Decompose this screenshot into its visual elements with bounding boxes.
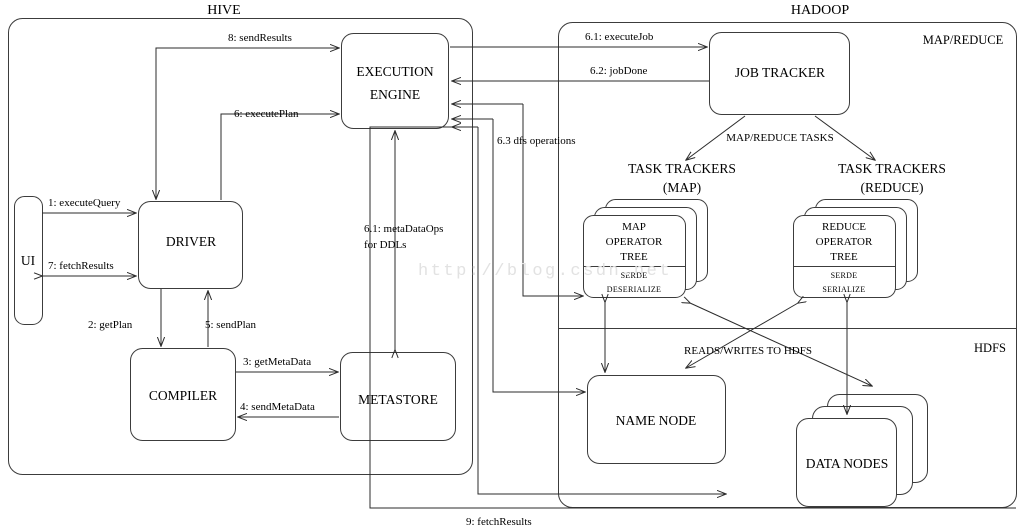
ui-label: UI [21,253,36,268]
map-serde-label-2: DESERIALIZE [607,285,661,294]
task-trackers-reduce-label-2: (REDUCE) [861,180,924,195]
edge-execute-query-label: 1: executeQuery [48,197,121,209]
edge-get-plan-label: 2: getPlan [88,319,133,331]
mapreduce-zone-label: MAP/REDUCE [923,33,1004,47]
edge-send-plan-label: 5: sendPlan [205,319,257,331]
hdfs-zone-label: HDFS [974,341,1006,355]
compiler-label: COMPILER [149,388,217,403]
edge-fetch-results-9-label: 9: fetchResults [466,516,532,528]
edge-execute-plan [220,114,339,200]
diagram-canvas: HIVE HADOOP MAP/REDUCE HDFS UI DRIVER EX… [8,3,1017,528]
edge-execute-plan-label: 6: executePlan [234,108,299,120]
execution-engine-label-2: ENGINE [370,87,420,102]
edge-mapreduce-tasks-label: MAP/REDUCE TASKS [726,132,833,144]
edge-get-metadata-label: 3: getMetaData [243,356,311,368]
reduce-operator-tree-label-2: OPERATOR [816,236,873,248]
map-operator-tree-label-1: MAP [622,221,646,233]
edge-dfs-operations-label: 6.3 dfs operations [497,135,576,147]
reduce-operator-tree-label-1: REDUCE [822,221,866,233]
edge-fetch-results-label: 7: fetchResults [48,260,114,272]
edge-send-metadata-label: 4: sendMetaData [240,401,315,413]
task-trackers-map-label-1: TASK TRACKERS [628,161,736,176]
hadoop-title: HADOOP [791,3,850,18]
map-operator-tree-label-3: TREE [620,251,648,263]
hive-architecture-diagram: HIVE HADOOP MAP/REDUCE HDFS UI DRIVER EX… [0,0,1024,529]
task-trackers-reduce-label-1: TASK TRACKERS [838,161,946,176]
hive-title: HIVE [207,3,240,18]
edge-reads-writes-hdfs-label: READS/WRITES TO HDFS [684,345,812,357]
execution-engine-label-1: EXECUTION [356,64,433,79]
edge-send-results [156,47,339,199]
edge-dfs-operations-a-tail [522,104,583,296]
edge-execute-job-label: 6.1: executeJob [585,31,654,43]
reduce-serde-label-1: SERDE [831,271,858,280]
map-operator-tree-label-2: OPERATOR [606,236,663,248]
driver-label: DRIVER [166,234,216,249]
map-serde-label-1: SERDE [621,271,648,280]
edge-reduce-to-namenode-diagonal [686,303,798,368]
task-trackers-map-label-2: (MAP) [663,180,701,195]
reduce-operator-tree-label-3: TREE [830,251,858,263]
reduce-serde-label-2: SERIALIZE [822,285,865,294]
execution-engine-box[interactable] [341,33,449,129]
job-tracker-label: JOB TRACKER [735,65,825,80]
edge-metadata-ops-label-1: 6.1: metaDataOps [364,223,443,235]
data-nodes-label: DATA NODES [806,456,889,471]
edge-send-results-label: 8: sendResults [228,32,292,44]
edge-dfs-operations-b-tail [492,119,585,392]
edge-job-done-label: 6.2: jobDone [590,65,648,77]
name-node-label: NAME NODE [616,413,697,428]
